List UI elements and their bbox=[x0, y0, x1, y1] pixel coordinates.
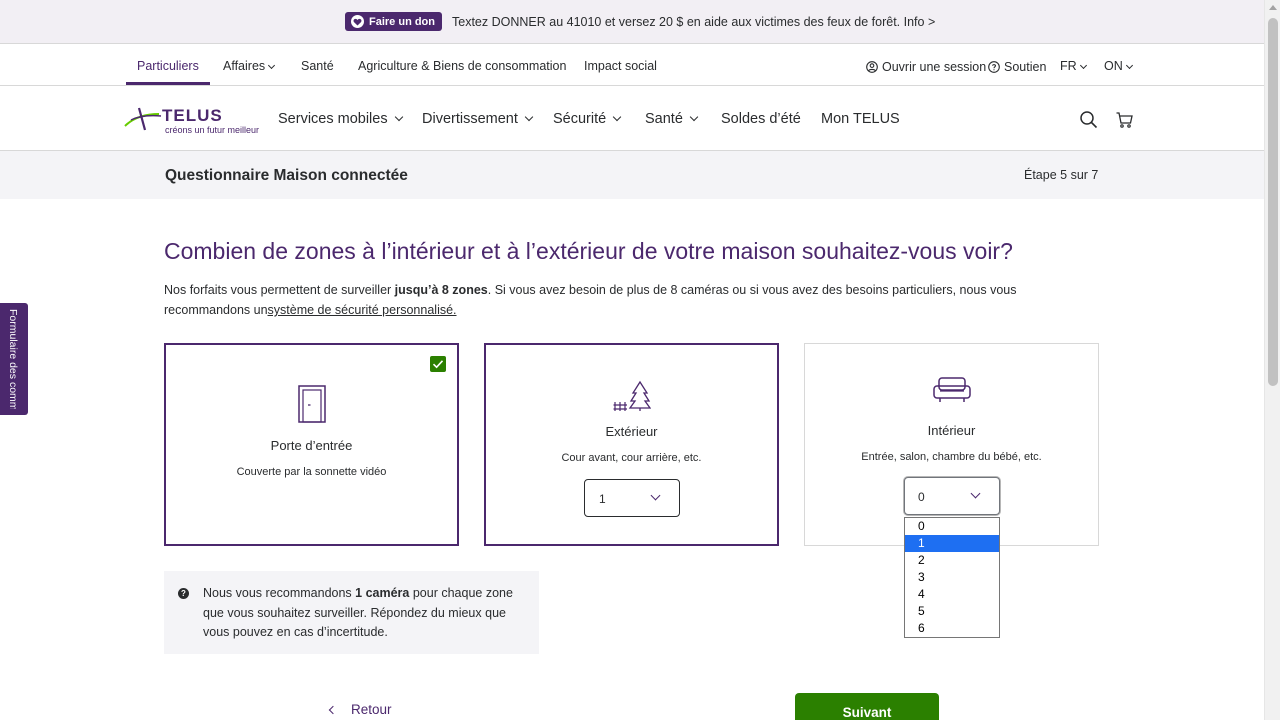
donate-button[interactable]: Faire un don bbox=[345, 12, 442, 31]
back-label: Retour bbox=[351, 702, 392, 717]
telus-mark-icon bbox=[124, 107, 162, 131]
exterior-zone-count-select[interactable]: 1 bbox=[584, 479, 680, 517]
nav-mon-telus[interactable]: Mon TELUS bbox=[821, 111, 900, 127]
intro-paragraph: Nos forfaits vous permettent de surveill… bbox=[164, 280, 1064, 320]
nav-particuliers[interactable]: Particuliers bbox=[137, 59, 199, 73]
sign-in-link[interactable]: Ouvrir une session bbox=[866, 59, 986, 74]
nav-sante[interactable]: Santé bbox=[301, 59, 334, 73]
logo-wordmark: TELUS bbox=[162, 106, 223, 125]
back-button[interactable]: Retour bbox=[328, 702, 392, 717]
select-value: 1 bbox=[599, 492, 606, 506]
help-circle-icon bbox=[988, 61, 1000, 76]
intro-text-start: Nos forfaits vous permettent de surveill… bbox=[164, 283, 395, 297]
dropdown-option[interactable]: 5 bbox=[905, 603, 999, 620]
chevron-down-icon bbox=[524, 112, 534, 122]
support-label: Soutien bbox=[1004, 60, 1047, 74]
dropdown-option[interactable]: 3 bbox=[905, 569, 999, 586]
card-subtitle: Cour avant, cour arrière, etc. bbox=[561, 452, 702, 464]
dropdown-option[interactable]: 4 bbox=[905, 586, 999, 603]
custom-security-link[interactable]: système de sécurité personnalisé. bbox=[268, 303, 457, 317]
dropdown-option[interactable]: 6 bbox=[905, 620, 999, 637]
recommendation-box: ? Nous vous recommandons 1 caméra pour c… bbox=[164, 571, 539, 654]
recommendation-start: Nous vous recommandons bbox=[203, 586, 356, 600]
donate-label: Faire un don bbox=[369, 15, 435, 28]
nav-impact-social[interactable]: Impact social bbox=[584, 59, 657, 73]
select-value: 0 bbox=[918, 490, 925, 504]
card-title: Extérieur bbox=[605, 424, 658, 439]
zone-card-interior[interactable]: Intérieur Entrée, salon, chambre du bébé… bbox=[804, 343, 1099, 546]
card-subtitle: Entrée, salon, chambre du bébé, etc. bbox=[861, 451, 1042, 463]
page-scrollbar[interactable] bbox=[1264, 0, 1280, 720]
chevron-down-icon bbox=[1079, 61, 1087, 70]
interior-zone-count-select[interactable]: 0 bbox=[904, 477, 1000, 515]
language-select[interactable]: FR bbox=[1060, 59, 1087, 73]
support-link[interactable]: Soutien bbox=[988, 59, 1046, 74]
logo-tagline: créons un futur meilleur bbox=[165, 125, 260, 135]
nav-affaires[interactable]: Affaires bbox=[223, 59, 276, 73]
sign-in-label: Ouvrir une session bbox=[882, 60, 987, 74]
nav-agriculture[interactable]: Agriculture & Biens de consommation bbox=[358, 59, 566, 73]
announcement-text[interactable]: Textez DONNER au 41010 et versez 20 $ en… bbox=[452, 15, 935, 29]
questionnaire-bar: Questionnaire Maison connectée Étape 5 s… bbox=[0, 151, 1264, 199]
search-icon[interactable] bbox=[1079, 110, 1099, 130]
utility-nav: Particuliers Affaires Santé Agriculture … bbox=[0, 45, 1264, 86]
user-icon bbox=[866, 61, 878, 76]
card-title: Porte d’entrée bbox=[270, 438, 353, 453]
zone-card-front-door[interactable]: Porte d’entrée Couverte par la sonnette … bbox=[164, 343, 459, 546]
card-subtitle: Couverte par la sonnette vidéo bbox=[236, 466, 387, 478]
scrollbar-thumb[interactable] bbox=[1268, 18, 1278, 386]
recommendation-camera-count: 1 caméra bbox=[355, 586, 410, 600]
feedback-tab-label: Formulaire des commentaires bbox=[7, 309, 19, 409]
telus-logo[interactable]: TELUS créons un futur meilleur bbox=[123, 104, 263, 138]
chevron-down-icon bbox=[970, 488, 981, 499]
province-select[interactable]: ON bbox=[1104, 59, 1133, 73]
next-button[interactable]: Suivant bbox=[795, 693, 939, 720]
chevron-down-icon bbox=[650, 490, 661, 501]
nav-securite-label: Sécurité bbox=[553, 111, 607, 127]
scroll-up-arrow-icon[interactable] bbox=[1269, 5, 1277, 10]
heart-icon bbox=[351, 15, 364, 28]
province-label: ON bbox=[1104, 59, 1123, 73]
announcement-bar: Faire un don Textez DONNER au 41010 et v… bbox=[0, 0, 1264, 44]
nav-soldes-ete[interactable]: Soldes d’été bbox=[721, 111, 801, 127]
dropdown-option[interactable]: 2 bbox=[905, 552, 999, 569]
nav-services-mobiles-label: Services mobiles bbox=[278, 111, 388, 127]
chevron-down-icon bbox=[612, 112, 622, 122]
nav-divertissement[interactable]: Divertissement bbox=[422, 111, 534, 127]
trees-icon bbox=[613, 380, 652, 417]
zone-card-exterior[interactable]: Extérieur Cour avant, cour arrière, etc.… bbox=[484, 343, 779, 546]
questionnaire-title: Questionnaire Maison connectée bbox=[165, 167, 408, 184]
card-title: Intérieur bbox=[927, 423, 976, 438]
dropdown-option-highlighted[interactable]: 1 bbox=[905, 535, 999, 552]
nav-sante-main[interactable]: Santé bbox=[645, 111, 699, 127]
door-icon bbox=[296, 384, 328, 429]
checkmark-icon bbox=[430, 356, 446, 372]
chevron-down-icon bbox=[1125, 61, 1133, 70]
nav-sante-main-label: Santé bbox=[645, 111, 683, 127]
chevron-down-icon bbox=[394, 112, 403, 122]
feedback-tab[interactable]: Formulaire des commentaires bbox=[0, 303, 28, 415]
nav-securite[interactable]: Sécurité bbox=[553, 111, 622, 127]
language-label: FR bbox=[1060, 59, 1077, 73]
chevron-down-icon bbox=[268, 61, 276, 70]
chevron-down-icon bbox=[689, 112, 699, 122]
zone-count-dropdown: 0 1 2 3 4 5 6 bbox=[904, 517, 1000, 638]
nav-affaires-label: Affaires bbox=[223, 59, 266, 73]
question-icon: ? bbox=[178, 588, 189, 599]
sofa-icon bbox=[932, 376, 972, 409]
main-header: TELUS créons un futur meilleur Services … bbox=[0, 86, 1264, 151]
step-indicator: Étape 5 sur 7 bbox=[1024, 168, 1099, 182]
chevron-left-icon bbox=[328, 705, 338, 715]
page-title: Combien de zones à l’intérieur et à l’ex… bbox=[164, 238, 1013, 264]
nav-divertissement-label: Divertissement bbox=[422, 111, 518, 127]
recommendation-text: Nous vous recommandons 1 caméra pour cha… bbox=[203, 584, 533, 643]
intro-zone-limit: jusqu’à 8 zones bbox=[394, 283, 488, 297]
nav-services-mobiles[interactable]: Services mobiles bbox=[278, 111, 403, 127]
cart-icon[interactable] bbox=[1115, 110, 1135, 130]
active-tab-indicator bbox=[126, 82, 210, 85]
dropdown-option[interactable]: 0 bbox=[905, 518, 999, 535]
